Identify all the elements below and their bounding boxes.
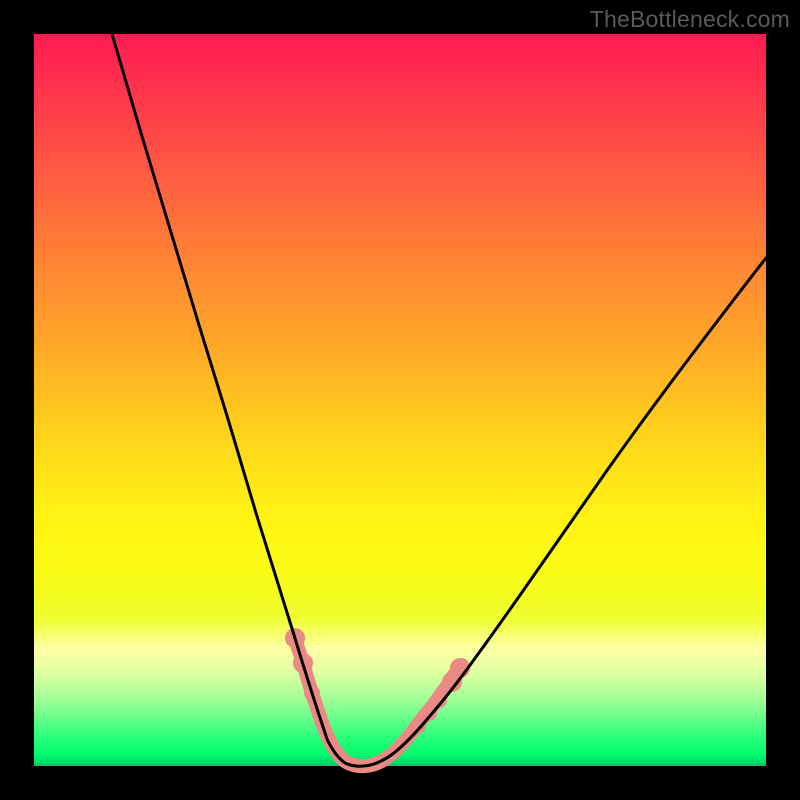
chart-frame: TheBottleneck.com	[0, 0, 800, 800]
watermark-text: TheBottleneck.com	[590, 6, 790, 33]
black-v-curve	[112, 34, 766, 766]
curve-layer	[34, 34, 766, 766]
